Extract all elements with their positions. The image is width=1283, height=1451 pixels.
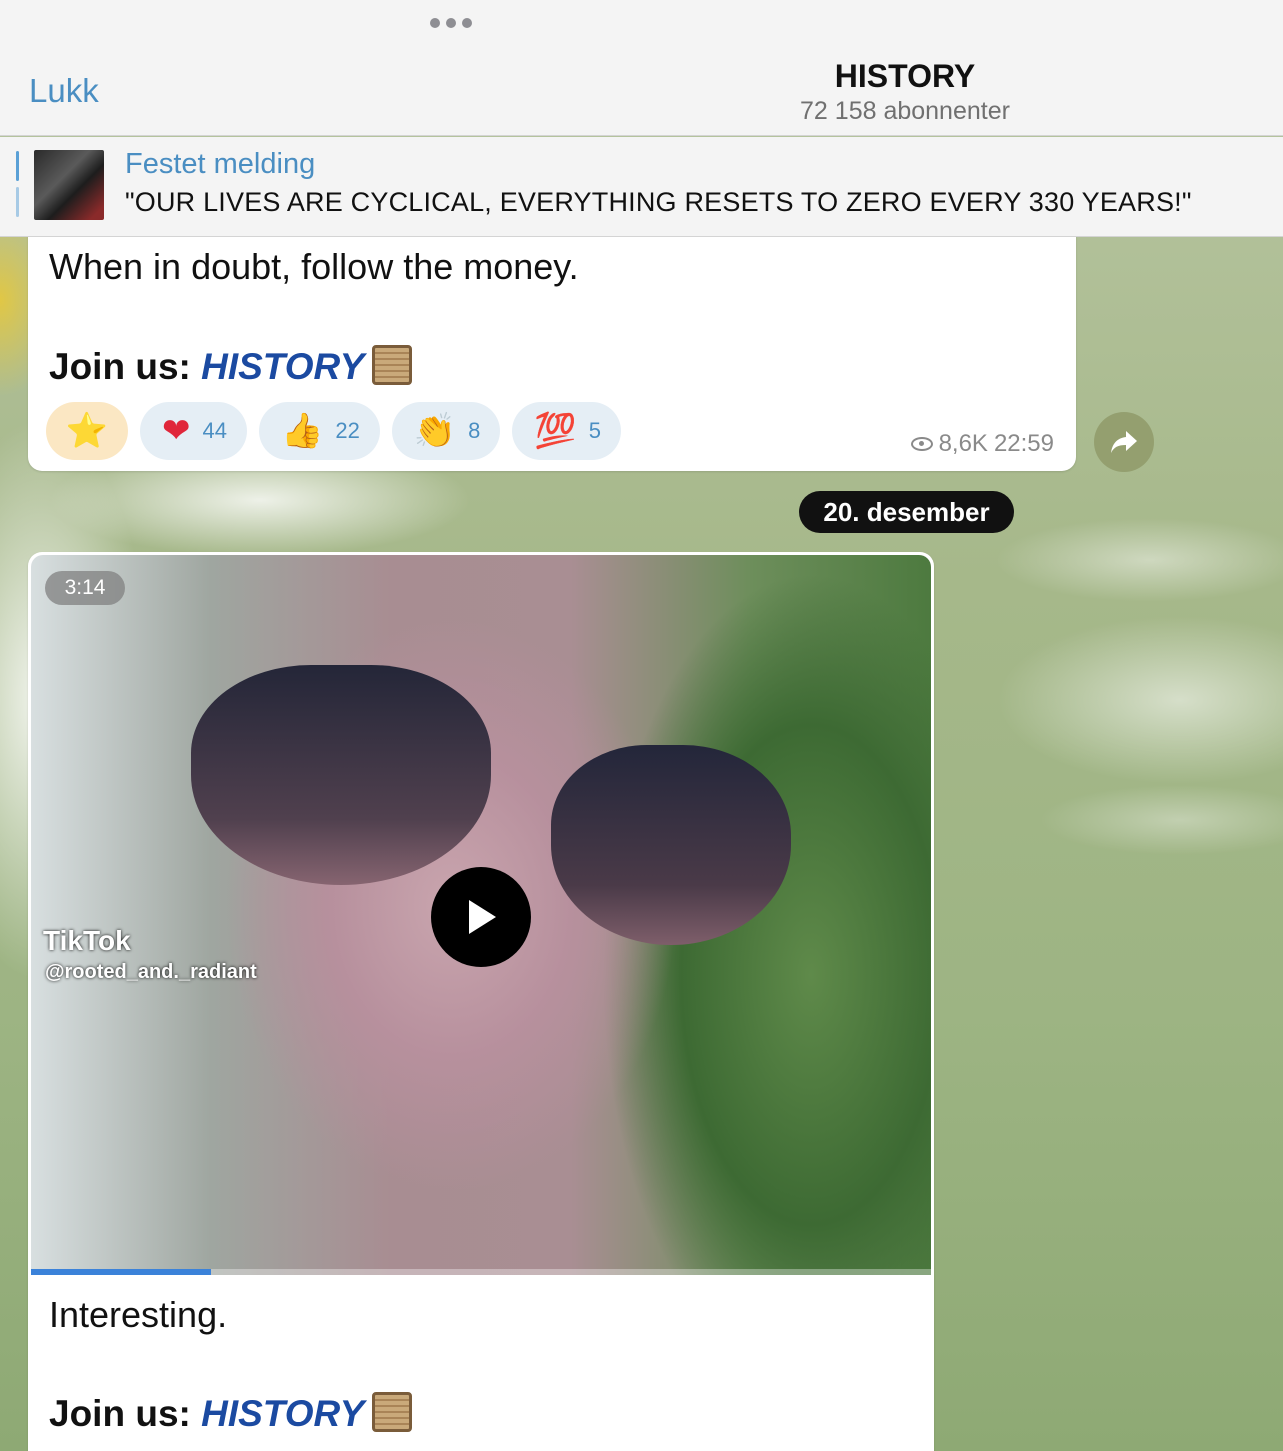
reactions-bar: ⭐ ❤ 44 👍 22 👏 8 💯 5 (46, 402, 621, 460)
video-duration: 3:14 (45, 571, 125, 605)
message-text: When in doubt, follow the money. (49, 246, 579, 287)
scroll-icon (372, 345, 413, 385)
pinned-label: Festet melding (125, 148, 316, 180)
share-arrow-icon (1111, 431, 1137, 453)
hundred-icon: 💯 (534, 412, 577, 450)
video-frame-detail (551, 745, 791, 945)
message-time: 22:59 (993, 430, 1054, 457)
channel-link[interactable]: HISTORY (201, 346, 364, 387)
video-progress-fill (31, 1269, 211, 1275)
close-button[interactable]: Lukk (29, 72, 99, 110)
message-bubble-video[interactable]: 3:14 TikTok @rooted_and._radiant Interes… (28, 552, 934, 1451)
message-meta: 8,6K 22:59 (910, 430, 1054, 458)
play-icon (469, 900, 496, 934)
join-line: Join us: HISTORY (49, 1392, 413, 1435)
video-progress-bar[interactable] (31, 1269, 931, 1275)
header-bar: Lukk HISTORY 72 158 abonnenter (0, 0, 1283, 136)
more-dots-icon[interactable] (430, 18, 472, 28)
play-button[interactable] (431, 867, 531, 967)
share-button[interactable] (1094, 412, 1154, 472)
clap-icon: 👏 (413, 412, 457, 450)
tiktok-username: @rooted_and._radiant (45, 961, 257, 983)
join-prefix: Join us: (49, 1393, 202, 1434)
reaction-count: 8 (468, 418, 481, 443)
reaction-count: 5 (588, 418, 601, 443)
reaction-hundred[interactable]: 💯 5 (512, 402, 621, 460)
view-count: 8,6K (938, 430, 988, 457)
scroll-icon (372, 1392, 413, 1432)
star-icon: ⭐ (65, 412, 109, 450)
pinned-indicator (16, 151, 19, 181)
join-prefix: Join us: (49, 346, 202, 387)
eye-icon (910, 437, 933, 451)
channel-link[interactable]: HISTORY (201, 1393, 364, 1434)
date-separator: 20. desember (799, 491, 1014, 533)
video-frame-detail (191, 665, 491, 885)
reaction-thumbs-up[interactable]: 👍 22 (258, 402, 380, 460)
thumbs-up-icon: 👍 (280, 412, 324, 450)
pinned-indicator (16, 187, 19, 217)
video-player[interactable]: 3:14 TikTok @rooted_and._radiant (31, 555, 931, 1275)
reaction-heart[interactable]: ❤ 44 (140, 402, 247, 460)
message-bubble[interactable]: When in doubt, follow the money. Join us… (28, 210, 1076, 471)
pinned-message-bar[interactable]: Festet melding "OUR LIVES ARE CYCLICAL, … (0, 137, 1283, 237)
reaction-count: 22 (335, 418, 360, 443)
tiktok-watermark: TikTok (43, 925, 131, 956)
pinned-text: "OUR LIVES ARE CYCLICAL, EVERYTHING RESE… (125, 187, 1192, 217)
reaction-clap[interactable]: 👏 8 (391, 402, 501, 460)
pinned-thumbnail (34, 150, 104, 220)
channel-title[interactable]: HISTORY (780, 58, 1030, 95)
join-line: Join us: HISTORY (49, 345, 413, 388)
reaction-count: 44 (202, 418, 227, 443)
heart-icon: ❤ (162, 412, 191, 450)
subscriber-count: 72 158 abonnenter (800, 97, 1010, 125)
message-text: Interesting. (49, 1294, 228, 1335)
reaction-star[interactable]: ⭐ (46, 402, 128, 460)
